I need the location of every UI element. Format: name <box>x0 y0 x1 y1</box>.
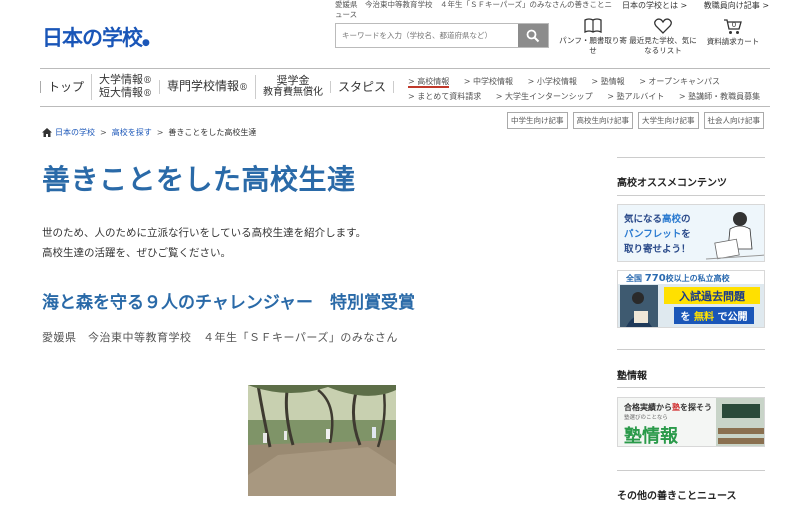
cart-label: 資料請求カート <box>706 37 760 46</box>
subnav-cram-job[interactable]: > 塾アルバイト <box>607 92 664 101</box>
pamphlet-banner[interactable]: 気になる高校の パンフレットを 取り寄せよう！ <box>617 204 765 262</box>
search-icon <box>526 29 540 42</box>
header-breadcrumb: 愛媛県 今治東中等教育学校 ４年生「ＳＦキーパーズ」のみなさんの善きことニュース <box>335 0 613 19</box>
svg-text:入試過去問題: 入試過去問題 <box>679 289 746 303</box>
intro-line-2: 高校生達の活躍を、ぜひご覧ください。 <box>42 247 231 259</box>
nav-stapis-label: スタピス <box>338 80 387 94</box>
book-icon <box>584 18 602 34</box>
breadcrumb-separator: > <box>100 128 107 137</box>
sidebar-heading-recommend: 高校オススメコンテンツ <box>617 178 727 189</box>
cart-button[interactable]: 0 資料請求カート <box>698 18 768 56</box>
sidebar-heading-cram: 塾情報 <box>617 371 647 382</box>
search-input[interactable] <box>336 24 518 47</box>
nav-scholarship-label: 奨学金 <box>276 74 310 87</box>
subnav-bulk-request[interactable]: > まとめて資料請求 <box>408 92 481 101</box>
sub-nav: > 高校情報 > 中学校情報 > 小学校情報 > 塾情報 > オープンキャンパス… <box>408 74 772 104</box>
nav-scholarship[interactable]: 奨学金 教育費無償化 <box>255 75 330 99</box>
about-link[interactable]: 日本の学校とは > <box>622 1 687 10</box>
cart-icon: 0 <box>724 19 742 34</box>
sidebar-heading-other-news: その他の善きことニュース <box>617 491 737 502</box>
svg-text:パンフレットを: パンフレットを <box>624 228 691 240</box>
nav-top[interactable]: トップ <box>40 81 91 93</box>
search-button[interactable] <box>518 24 548 47</box>
home-icon <box>42 128 52 137</box>
site-logo[interactable]: 日本の学校● <box>42 22 150 52</box>
cart-badge: 0 <box>732 21 736 29</box>
breadcrumb-separator: > <box>156 128 164 137</box>
nav-free-education-label: 教育費無償化 <box>263 87 324 98</box>
tag-junior-high[interactable]: 中学生向け記事 <box>507 112 568 129</box>
header-icons: パンフ・願書取り寄せ 最近見た学校、気になるリスト 0 資料請求カート <box>558 18 768 56</box>
subnav-high-school[interactable]: > 高校情報 <box>408 77 450 88</box>
breadcrumb-find-high-school[interactable]: 高校を探す <box>112 127 152 138</box>
sidebar-divider <box>617 349 765 350</box>
subnav-cram-school[interactable]: > 塾情報 <box>591 77 624 86</box>
svg-text:を 無料 で公開: を 無料 で公開 <box>681 310 748 323</box>
subnav-internship[interactable]: > 大学生インターンシップ <box>496 92 593 101</box>
sidebar-divider <box>617 470 765 471</box>
audience-tags: 中学生向け記事 高校生向け記事 大学生向け記事 社会人向け記事 <box>507 112 764 129</box>
subnav-elementary[interactable]: > 小学校情報 <box>528 77 577 86</box>
svg-text:塾情報: 塾情報 <box>624 425 679 447</box>
top-links: 日本の学校とは > 教職員向け記事 > <box>622 0 783 11</box>
sidebar-divider <box>617 387 765 388</box>
nav-stapis[interactable]: スタピス <box>330 80 395 94</box>
past-exams-banner[interactable]: 全国 770校以上の私立高校 入試過去問題 を 無料 で公開 <box>617 270 765 328</box>
breadcrumb: 日本の学校 > 高校を探す > 善きことをした高校生達 <box>42 127 256 138</box>
logo-dot: ● <box>142 38 150 48</box>
sidebar-divider <box>617 195 765 196</box>
nav-vocational-label: 専門学校情報 <box>167 79 240 93</box>
tag-adult[interactable]: 社会人向け記事 <box>703 112 764 129</box>
subnav-junior-high[interactable]: > 中学校情報 <box>464 77 513 86</box>
intro-line-1: 世のため、人のために立派な行いをしている高校生達を紹介します。 <box>42 227 367 239</box>
article-photo <box>248 385 396 496</box>
svg-text:気になる高校の: 気になる高校の <box>624 213 691 225</box>
svg-text:合格実績から塾を探そう: 合格実績から塾を探そう <box>623 402 712 412</box>
subnav-teacher-recruit[interactable]: > 塾講師・教職員募集 <box>679 92 760 101</box>
svg-text:塾選びのことなら: 塾選びのことなら <box>624 413 668 421</box>
tag-high-school[interactable]: 高校生向け記事 <box>572 112 633 129</box>
sidebar-divider <box>617 157 765 158</box>
article-title[interactable]: 海と森を守る９人のチャレンジャー 特別賞受賞 <box>42 288 415 313</box>
search-bar <box>335 23 549 48</box>
intro-text: 世のため、人のために立派な行いをしている高校生達を紹介します。 高校生達の活躍を… <box>42 223 366 263</box>
main-nav: トップ 大学情報® 短大情報® 専門学校情報® 奨学金 教育費無償化 スタピス <box>40 72 395 102</box>
breadcrumb-current: 善きことをした高校生達 <box>168 128 257 137</box>
cram-info-banner[interactable]: 合格実績から塾を探そう 塾選びのことなら 塾情報 <box>617 397 765 447</box>
sub-nav-row1: > 高校情報 > 中学校情報 > 小学校情報 > 塾情報 > オープンキャンパス <box>408 74 772 89</box>
nav-divider-bottom <box>40 106 770 107</box>
page-title: 善きことをした高校生達 <box>42 163 356 196</box>
pamphlet-label: パンフ・願書取り寄せ <box>559 36 627 55</box>
subnav-open-campus[interactable]: > オープンキャンパス <box>639 77 720 86</box>
nav-vocational[interactable]: 専門学校情報® <box>159 80 255 94</box>
article-subtitle: 愛媛県 今治東中等教育学校 ４年生「ＳＦキーパーズ」のみなさん <box>42 331 398 344</box>
svg-text:取り寄せよう！: 取り寄せよう！ <box>624 243 691 255</box>
heart-icon <box>654 18 672 34</box>
nav-university[interactable]: 大学情報® 短大情報® <box>91 74 159 100</box>
breadcrumb-home[interactable]: 日本の学校 <box>55 127 95 138</box>
favorites-button[interactable]: 最近見た学校、気になるリスト <box>628 18 698 56</box>
svg-text:全国 770校以上の私立高校: 全国 770校以上の私立高校 <box>625 273 731 284</box>
favorites-label: 最近見た学校、気になるリスト <box>629 36 697 55</box>
nav-divider-top <box>40 68 770 69</box>
staff-articles-link[interactable]: 教職員向け記事 > <box>704 1 769 10</box>
sub-nav-row2: > まとめて資料請求 > 大学生インターンシップ > 塾アルバイト > 塾講師・… <box>408 89 772 104</box>
logo-text: 日本の学校 <box>42 26 143 50</box>
nav-top-label: トップ <box>48 80 85 94</box>
nav-junior-college-label: 短大情報® <box>99 86 153 100</box>
tag-university[interactable]: 大学生向け記事 <box>638 112 699 129</box>
pamphlet-button[interactable]: パンフ・願書取り寄せ <box>558 18 628 56</box>
